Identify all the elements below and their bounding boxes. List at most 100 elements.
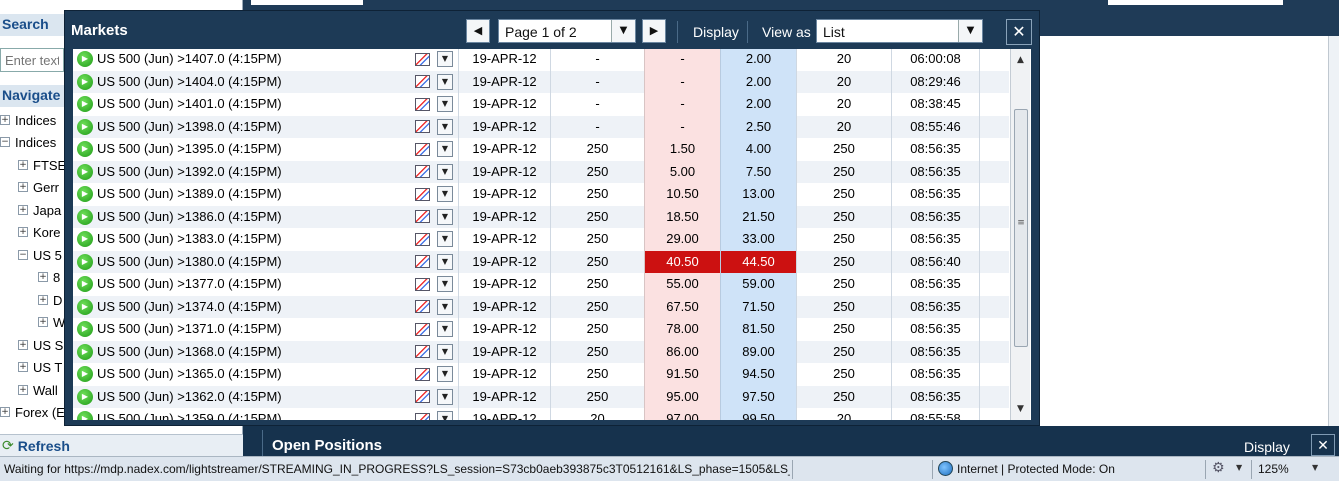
play-icon[interactable]: ▶: [77, 141, 93, 158]
gear-icon[interactable]: ⚙: [1212, 460, 1225, 476]
chart-icon[interactable]: [414, 300, 430, 314]
bid-price[interactable]: 1.50: [644, 138, 720, 161]
expand-icon[interactable]: +: [18, 227, 28, 237]
market-name-cell[interactable]: ▶ US 500 (Jun) >1359.0 (4:15PM): [73, 408, 411, 420]
top-toolbar-field[interactable]: [251, 0, 363, 5]
dropdown-menu-icon[interactable]: ▼: [437, 253, 453, 270]
expand-icon[interactable]: +: [38, 272, 48, 282]
play-icon[interactable]: ▶: [77, 73, 93, 90]
prev-page-button[interactable]: ◀: [466, 19, 490, 43]
tree-item[interactable]: + FTSE: [18, 155, 66, 175]
collapse-icon[interactable]: −: [0, 137, 10, 147]
chart-cell[interactable]: [411, 228, 433, 251]
offer-price[interactable]: 7.50: [720, 160, 796, 183]
dropdown-menu-icon[interactable]: ▼: [437, 96, 453, 113]
market-name-cell[interactable]: ▶ US 500 (Jun) >1362.0 (4:15PM): [73, 386, 411, 409]
expand-icon[interactable]: +: [0, 407, 10, 417]
search-input[interactable]: [0, 48, 64, 72]
table-row[interactable]: ▶ US 500 (Jun) >1362.0 (4:15PM) ▼ 19-APR-12…: [73, 385, 1009, 409]
table-row[interactable]: ▶ US 500 (Jun) >1383.0 (4:15PM) ▼ 19-APR-12…: [73, 228, 1009, 251]
tree-item[interactable]: + D: [38, 290, 62, 310]
play-icon[interactable]: ▶: [77, 366, 93, 383]
chart-cell[interactable]: [411, 386, 433, 409]
market-name-cell[interactable]: ▶ US 500 (Jun) >1377.0 (4:15PM): [73, 273, 411, 296]
table-row[interactable]: ▶ US 500 (Jun) >1401.0 (4:15PM) ▼ 19-APR-12…: [73, 93, 1009, 116]
menu-cell[interactable]: ▼: [435, 183, 455, 206]
offer-price[interactable]: 21.50: [720, 205, 796, 228]
play-icon[interactable]: ▶: [77, 96, 93, 113]
bid-price[interactable]: 97.00: [644, 408, 720, 420]
offer-price[interactable]: 44.50: [720, 250, 796, 273]
expand-icon[interactable]: +: [38, 317, 48, 327]
menu-cell[interactable]: ▼: [435, 206, 455, 229]
table-row[interactable]: ▶ US 500 (Jun) >1374.0 (4:15PM) ▼ 19-APR-12…: [73, 295, 1009, 319]
tree-item[interactable]: + Wall: [18, 380, 58, 400]
menu-cell[interactable]: ▼: [435, 93, 455, 116]
table-row[interactable]: ▶ US 500 (Jun) >1404.0 (4:15PM) ▼ 19-APR-12…: [73, 70, 1009, 94]
right-scrollbar[interactable]: [1328, 36, 1339, 426]
play-icon[interactable]: ▶: [77, 321, 93, 338]
market-name-cell[interactable]: ▶ US 500 (Jun) >1395.0 (4:15PM): [73, 138, 411, 161]
dropdown-menu-icon[interactable]: ▼: [437, 51, 453, 68]
chart-cell[interactable]: [411, 318, 433, 341]
menu-cell[interactable]: ▼: [435, 363, 455, 386]
chart-icon[interactable]: [414, 142, 430, 156]
dropdown-menu-icon[interactable]: ▼: [437, 163, 453, 180]
chart-cell[interactable]: [411, 93, 433, 116]
market-name-cell[interactable]: ▶ US 500 (Jun) >1380.0 (4:15PM): [73, 251, 411, 274]
chart-icon[interactable]: [414, 255, 430, 269]
tree-item[interactable]: + Forex (E: [0, 402, 65, 422]
dropdown-menu-icon[interactable]: ▼: [437, 118, 453, 135]
chart-icon[interactable]: [414, 367, 430, 381]
market-name-cell[interactable]: ▶ US 500 (Jun) >1389.0 (4:15PM): [73, 183, 411, 206]
market-name-cell[interactable]: ▶ US 500 (Jun) >1374.0 (4:15PM): [73, 296, 411, 319]
tree-item[interactable]: − US 5: [18, 245, 62, 265]
table-row[interactable]: ▶ US 500 (Jun) >1386.0 (4:15PM) ▼ 19-APR-12…: [73, 205, 1009, 229]
dropdown-menu-icon[interactable]: ▼: [437, 411, 453, 420]
menu-cell[interactable]: ▼: [435, 341, 455, 364]
offer-price[interactable]: 4.00: [720, 138, 796, 161]
bid-price[interactable]: 10.50: [644, 183, 720, 206]
scroll-down-icon[interactable]: ▼: [1011, 400, 1030, 418]
bid-price[interactable]: -: [644, 115, 720, 138]
chart-icon[interactable]: [414, 412, 430, 420]
bid-price[interactable]: -: [644, 70, 720, 93]
table-row[interactable]: ▶ US 500 (Jun) >1398.0 (4:15PM) ▼ 19-APR-12…: [73, 115, 1009, 138]
chart-icon[interactable]: [414, 232, 430, 246]
next-page-button[interactable]: ▶: [642, 19, 666, 43]
tree-item[interactable]: + W: [38, 312, 65, 332]
dropdown-menu-icon[interactable]: ▼: [437, 186, 453, 203]
play-icon[interactable]: ▶: [77, 253, 93, 270]
tree-item[interactable]: + Indices: [0, 110, 56, 130]
menu-cell[interactable]: ▼: [435, 408, 455, 420]
market-name-cell[interactable]: ▶ US 500 (Jun) >1401.0 (4:15PM): [73, 93, 411, 116]
page-select[interactable]: Page 1 of 2 ▼: [498, 19, 636, 43]
tree-item[interactable]: + US S: [18, 335, 63, 355]
tree-item[interactable]: − Indices: [0, 132, 56, 152]
offer-price[interactable]: 2.00: [720, 70, 796, 93]
bid-price[interactable]: 95.00: [644, 385, 720, 408]
chart-cell[interactable]: [411, 71, 433, 94]
chart-icon[interactable]: [414, 165, 430, 179]
chart-cell[interactable]: [411, 251, 433, 274]
dropdown-menu-icon[interactable]: ▼: [437, 276, 453, 293]
tree-item[interactable]: +8: [38, 267, 60, 287]
chart-icon[interactable]: [414, 322, 430, 336]
play-icon[interactable]: ▶: [77, 51, 93, 68]
chevron-down-icon[interactable]: ▼: [1236, 463, 1242, 472]
play-icon[interactable]: ▶: [77, 343, 93, 360]
bid-price[interactable]: 67.50: [644, 295, 720, 318]
chart-cell[interactable]: [411, 363, 433, 386]
security-zone[interactable]: Internet | Protected Mode: On: [957, 462, 1115, 476]
chart-cell[interactable]: [411, 341, 433, 364]
dropdown-menu-icon[interactable]: ▼: [437, 298, 453, 315]
chart-cell[interactable]: [411, 138, 433, 161]
tree-item[interactable]: + Gerr: [18, 177, 59, 197]
market-name-cell[interactable]: ▶ US 500 (Jun) >1365.0 (4:15PM): [73, 363, 411, 386]
expand-icon[interactable]: +: [18, 182, 28, 192]
bid-price[interactable]: 86.00: [644, 340, 720, 363]
play-icon[interactable]: ▶: [77, 276, 93, 293]
menu-cell[interactable]: ▼: [435, 228, 455, 251]
bid-price[interactable]: 78.00: [644, 318, 720, 341]
play-icon[interactable]: ▶: [77, 208, 93, 225]
